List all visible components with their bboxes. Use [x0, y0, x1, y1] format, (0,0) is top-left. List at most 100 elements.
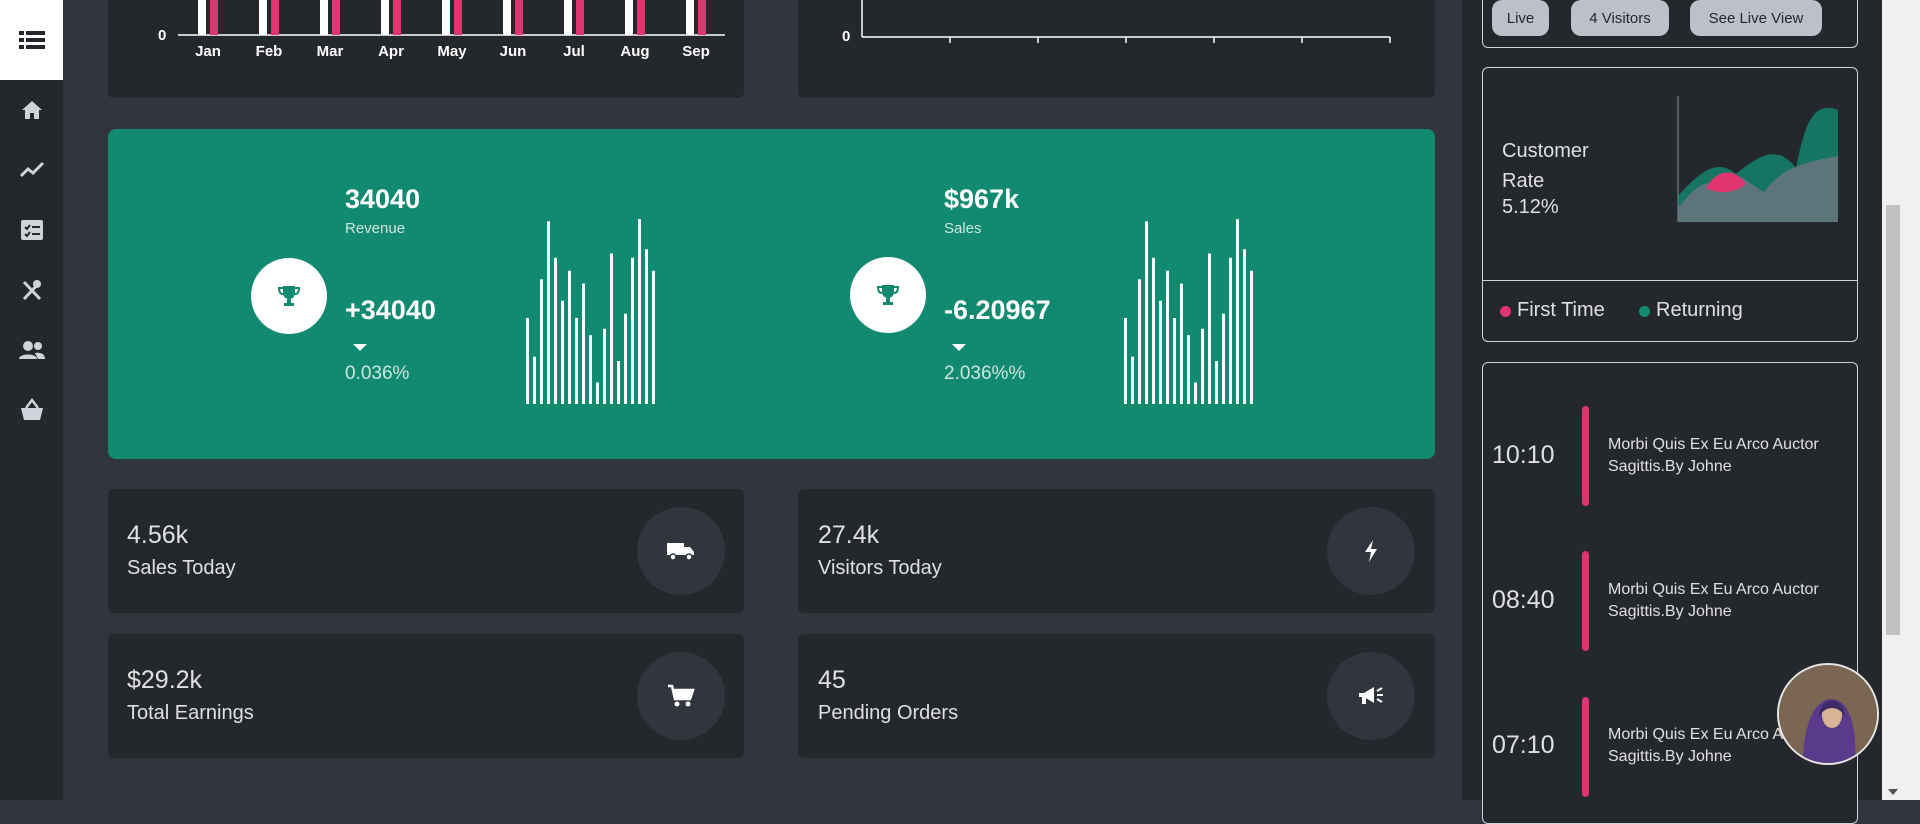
line-chart: 0 — [842, 0, 1391, 45]
stat-label: Sales Today — [127, 557, 236, 579]
stat-value: 27.4k — [818, 521, 880, 549]
timeline-time: 07:10 — [1492, 731, 1555, 759]
monthly-bar-chart: 0 Jan Feb Mar Apr May Jun Jul Aug Sep — [158, 0, 725, 60]
checklist-icon — [20, 220, 43, 240]
sales-sparkline — [1124, 219, 1253, 404]
stat-icon-circle — [637, 652, 725, 740]
bar-pink-Mar — [332, 0, 340, 35]
sales-label: Sales — [944, 220, 982, 237]
bar-chart-tick-label: Apr — [378, 43, 404, 60]
stat-label: Pending Orders — [818, 702, 959, 724]
bar-white-Feb — [259, 0, 267, 35]
timeline-text: Morbi Quis Ex Eu Arco Auctor Sagittis.By… — [1608, 581, 1819, 620]
nav-shop[interactable] — [0, 390, 63, 430]
timeline-bar — [1582, 697, 1589, 797]
sales-caret-down-icon — [952, 344, 966, 351]
see-live-view-button[interactable]: See Live View — [1690, 0, 1822, 36]
list-icon — [18, 31, 45, 49]
sparkline-bar — [1173, 318, 1176, 404]
sales-percent: 2.036%% — [944, 363, 1026, 384]
timeline-time: 08:40 — [1492, 586, 1555, 614]
bar-chart-tick-label: Jun — [500, 43, 527, 60]
scrollbar-thumb[interactable] — [1886, 205, 1900, 635]
nav-analytics[interactable] — [0, 150, 63, 190]
chat-avatar[interactable] — [1777, 663, 1879, 765]
bolt-icon — [1365, 540, 1377, 562]
customer-rate-title: Customer Rate — [1502, 140, 1589, 192]
menu-logo[interactable] — [0, 0, 63, 80]
monthly-bar-card: 0 Jan Feb Mar Apr May Jun Jul Aug Sep — [108, 0, 744, 98]
home-icon — [21, 101, 42, 119]
sparkline-bar — [554, 257, 557, 404]
nav-tasks[interactable] — [0, 210, 63, 250]
sparkline-bar — [1131, 356, 1134, 404]
nav-food[interactable] — [0, 270, 63, 310]
bar-pink-Jan — [210, 0, 218, 35]
sales-value: $967k — [944, 184, 1020, 214]
sparkline-bar — [603, 328, 606, 404]
sparkline-bar — [1222, 313, 1225, 404]
utensils-icon — [22, 280, 41, 301]
revenue-label: Revenue — [345, 220, 406, 237]
stat-label: Visitors Today — [818, 557, 942, 579]
sparkline-bar — [1138, 279, 1141, 404]
sparkline-bar — [1180, 283, 1183, 404]
bar-pink-Jul — [576, 0, 584, 35]
line-chart-zero-label: 0 — [842, 28, 850, 45]
stat-value: $29.2k — [127, 666, 203, 694]
bar-chart-tick-label: Jan — [195, 43, 221, 60]
customer-rate-panel: Customer Rate 5.12% First Time Returning — [1482, 67, 1858, 342]
sparkline-bar — [1124, 318, 1127, 404]
stat-icon-circle — [1327, 652, 1415, 740]
sidebar — [0, 0, 63, 800]
users-icon — [18, 341, 45, 359]
bar-white-Jun — [503, 0, 511, 35]
sparkline-bar — [1215, 361, 1218, 404]
live-button[interactable]: Live — [1492, 0, 1549, 36]
nav-users[interactable] — [0, 330, 63, 370]
sparkline-bar — [1159, 300, 1162, 404]
bar-white-Aug — [625, 0, 633, 35]
sparkline-bar — [582, 283, 585, 404]
stat-card-sales-today: 4.56k Sales Today — [108, 489, 744, 613]
revenue-value: 34040 — [345, 184, 421, 214]
sparkline-bar — [631, 257, 634, 404]
bar-pink-Jun — [515, 0, 523, 35]
revenue-caret-down-icon — [353, 344, 367, 351]
stat-value: 45 — [818, 666, 846, 694]
stat-icon-circle — [1327, 507, 1415, 595]
revenue-change: +34040 — [345, 295, 436, 325]
bar-chart-tick-label: May — [437, 43, 467, 60]
stat-label: Total Earnings — [127, 702, 254, 724]
first-time-dot — [1500, 306, 1511, 317]
sparkline-bar — [1243, 249, 1246, 404]
scroll-down-arrow-icon[interactable] — [1887, 788, 1899, 796]
visitors-button[interactable]: 4 Visitors — [1571, 0, 1669, 36]
sparkline-bar — [1166, 270, 1169, 404]
sparkline-bar — [1201, 328, 1204, 404]
trophy-icon — [277, 286, 301, 306]
stat-card-visitors-today: 27.4k Visitors Today — [798, 489, 1435, 613]
bar-pink-Feb — [271, 0, 279, 35]
legend-first-time: First Time — [1517, 299, 1605, 321]
customer-rate-chart — [1677, 96, 1838, 222]
nav-home[interactable] — [0, 90, 63, 130]
sparkline-bar — [1152, 257, 1155, 404]
sparkline-bar — [1208, 253, 1211, 404]
sparkline-bar — [624, 313, 627, 404]
line-chart-card: 0 — [798, 0, 1435, 98]
cart-icon — [668, 684, 695, 707]
timeline-bar — [1582, 551, 1589, 651]
sparkline-bar — [1229, 257, 1232, 404]
trophy-icon — [876, 285, 900, 305]
revenue-sales-panel: 34040 Revenue +34040 0.036% $967k Sales … — [108, 129, 1435, 459]
sparkline-bar — [617, 361, 620, 404]
bar-pink-Apr — [393, 0, 401, 35]
sparkline-bar — [1145, 221, 1148, 404]
sparkline-bar — [540, 279, 543, 404]
sparkline-bar — [575, 318, 578, 404]
stat-card-pending-orders: 45 Pending Orders — [798, 634, 1435, 758]
bar-pink-Sep — [698, 0, 706, 35]
sparkline-bar — [638, 219, 641, 404]
bar-white-Sep — [686, 0, 694, 35]
